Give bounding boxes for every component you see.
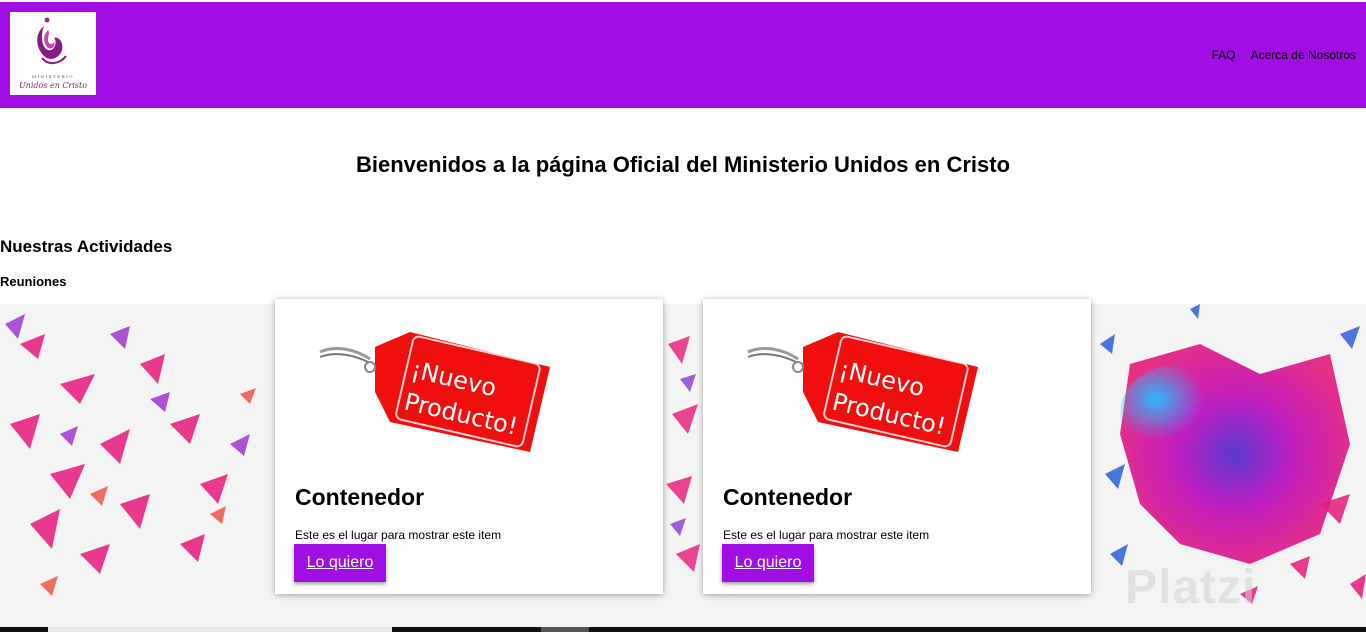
logo-top-text: MINISTERIO xyxy=(32,74,74,79)
product-card: ¡Nuevo Producto! Contenedor Este es el l… xyxy=(275,299,663,594)
card-description: Este es el lugar para mostrar este item xyxy=(295,528,502,542)
logo-script-text: Unidos en Cristo xyxy=(18,81,88,90)
main-nav: FAQ Acerca de Nosotros xyxy=(1212,48,1356,62)
subsection-title: Reuniones xyxy=(0,274,67,289)
bottom-strip-segment xyxy=(48,627,392,632)
platzi-watermark: Platzi xyxy=(1125,561,1257,614)
card-title: Contenedor xyxy=(723,484,853,510)
nav-link-faq[interactable]: FAQ xyxy=(1212,48,1236,62)
ministry-logo[interactable]: MINISTERIO Unidos en Cristo xyxy=(10,12,96,95)
product-card: ¡Nuevo Producto! Contenedor Este es el l… xyxy=(703,299,1091,594)
page-title: Bienvenidos a la página Oficial del Mini… xyxy=(355,152,1011,177)
new-product-tag-icon: ¡Nuevo Producto! xyxy=(747,332,978,452)
nav-link-about[interactable]: Acerca de Nosotros xyxy=(1251,48,1356,62)
card-description: Este es el lugar para mostrar este item xyxy=(723,528,930,542)
header-bar: MINISTERIO Unidos en Cristo FAQ Acerca d… xyxy=(0,2,1366,108)
bottom-strip-segment xyxy=(541,627,589,632)
section-title: Nuestras Actividades xyxy=(0,237,173,256)
bottom-strip xyxy=(0,627,1366,632)
card-title: Contenedor xyxy=(295,484,425,510)
lo-quiero-button[interactable]: Lo quiero xyxy=(294,544,386,582)
lo-quiero-button[interactable]: Lo quiero xyxy=(722,544,814,582)
new-product-tag-icon: ¡Nuevo Producto! xyxy=(319,332,550,452)
